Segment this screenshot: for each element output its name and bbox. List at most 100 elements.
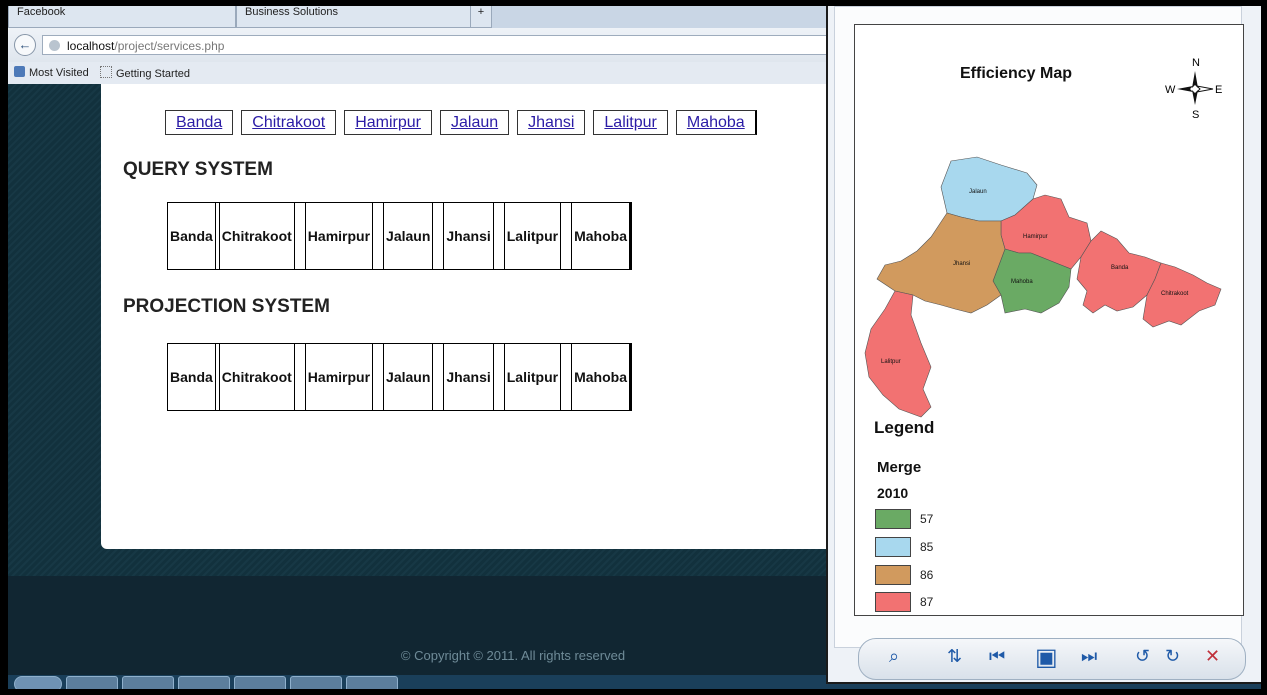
district-link-chitrakoot[interactable]: Chitrakoot <box>241 110 337 135</box>
legend-swatch <box>875 509 911 529</box>
cell-divider <box>494 203 505 269</box>
compass-n: N <box>1192 57 1200 69</box>
url-field[interactable]: localhost/project/services.php <box>42 35 842 55</box>
bookmark-most-visited[interactable]: Most Visited <box>14 66 89 80</box>
projection-system-title: PROJECTION SYSTEM <box>123 296 330 317</box>
projection-item-chitrakoot[interactable]: Chitrakoot <box>220 344 295 410</box>
district-link-mahoba[interactable]: Mahoba <box>675 110 757 135</box>
query-item-lalitpur[interactable]: Lalitpur <box>505 203 562 269</box>
zoom-icon[interactable]: ⌕ <box>889 646 899 667</box>
url-path: /project/services.php <box>114 39 225 53</box>
tab-business-solutions[interactable]: Business Solutions <box>236 6 474 28</box>
projection-item-lalitpur[interactable]: Lalitpur <box>505 344 562 410</box>
legend-label: 87 <box>920 595 934 609</box>
compass-rose-icon: N S W E <box>1165 57 1222 121</box>
legend-swatch <box>875 537 911 557</box>
legend-label: 57 <box>920 512 934 526</box>
page-icon <box>100 66 112 78</box>
cell-divider <box>629 344 631 410</box>
start-button[interactable] <box>14 676 62 689</box>
cell-divider <box>494 344 505 410</box>
cell-divider <box>433 344 445 410</box>
map-sheet: Efficiency Map N S W E Jalaun Hamirpur J… <box>854 24 1244 616</box>
cell-divider <box>295 344 306 410</box>
legend-title: Legend <box>874 418 935 437</box>
bookmark-label: Getting Started <box>116 68 190 80</box>
label-chitrakoot: Chitrakoot <box>1161 291 1189 297</box>
compass-w: W <box>1165 84 1176 96</box>
district-link-bar: Banda Chitrakoot Hamirpur Jalaun Jhansi … <box>165 110 757 135</box>
taskbar-app[interactable] <box>122 676 174 689</box>
query-item-mahoba[interactable]: Mahoba <box>572 203 630 269</box>
new-tab-label: + <box>477 6 485 18</box>
query-item-banda[interactable]: Banda <box>168 203 216 269</box>
rotate-left-icon[interactable]: ↺ <box>1135 646 1150 667</box>
globe-icon <box>49 40 60 51</box>
label-jalaun: Jalaun <box>969 189 987 195</box>
taskbar-app[interactable] <box>346 676 398 689</box>
legend-swatch <box>875 565 911 585</box>
taskbar-app[interactable] <box>66 676 118 689</box>
query-system-title: QUERY SYSTEM <box>123 159 273 180</box>
tab-label: Facebook <box>17 6 66 18</box>
back-button[interactable]: ← <box>14 34 36 56</box>
pan-icon[interactable]: ⇅ <box>947 646 962 667</box>
district-link-jalaun[interactable]: Jalaun <box>439 110 510 135</box>
cell-divider <box>629 203 631 269</box>
query-system-table: Banda Chitrakoot Hamirpur Jalaun Jhansi … <box>167 202 632 270</box>
efficiency-map: Jalaun Hamirpur Jhansi Mahoba Banda Chit… <box>864 156 1222 418</box>
cell-divider <box>373 203 385 269</box>
label-banda: Banda <box>1111 265 1129 271</box>
taskbar-app[interactable] <box>290 676 342 689</box>
rotate-right-icon[interactable]: ↻ <box>1165 646 1180 667</box>
cell-divider <box>373 344 385 410</box>
bookmark-label: Most Visited <box>29 67 89 79</box>
slideshow-icon[interactable]: ▣ <box>1035 643 1058 672</box>
label-mahoba: Mahoba <box>1011 279 1033 285</box>
tab-label: Business Solutions <box>245 6 338 18</box>
taskbar-app[interactable] <box>234 676 286 689</box>
cell-divider <box>295 203 306 269</box>
label-lalitpur: Lalitpur <box>881 359 901 365</box>
projection-system-table: Banda Chitrakoot Hamirpur Jalaun Jhansi … <box>167 343 632 411</box>
map-title: Efficiency Map <box>959 65 1073 82</box>
legend-field: 2010 <box>877 485 909 501</box>
legend-swatch <box>875 592 911 612</box>
district-link-lalitpur[interactable]: Lalitpur <box>593 110 668 135</box>
query-item-hamirpur[interactable]: Hamirpur <box>306 203 374 269</box>
query-item-jalaun[interactable]: Jalaun <box>384 203 434 269</box>
url-host: localhost <box>67 39 115 53</box>
tab-facebook[interactable]: Facebook <box>8 6 236 28</box>
label-hamirpur: Hamirpur <box>1023 234 1048 240</box>
projection-item-hamirpur[interactable]: Hamirpur <box>306 344 374 410</box>
bookmark-getting-started[interactable]: Getting Started <box>100 66 190 80</box>
district-link-jhansi[interactable]: Jhansi <box>517 110 586 135</box>
query-item-jhansi[interactable]: Jhansi <box>444 203 494 269</box>
back-arrow-icon: ← <box>18 37 32 52</box>
new-tab-button[interactable]: + <box>470 6 492 28</box>
district-link-banda[interactable]: Banda <box>165 110 234 135</box>
projection-item-mahoba[interactable]: Mahoba <box>572 344 630 410</box>
previous-icon[interactable]: ⏮ <box>989 646 1005 667</box>
projection-item-jhansi[interactable]: Jhansi <box>444 344 494 410</box>
delete-icon[interactable]: ✕ <box>1205 646 1220 667</box>
taskbar-app[interactable] <box>178 676 230 689</box>
content-panel: Banda Chitrakoot Hamirpur Jalaun Jhansi … <box>101 84 841 549</box>
projection-item-jalaun[interactable]: Jalaun <box>384 344 434 410</box>
compass-s: S <box>1192 109 1199 121</box>
query-item-chitrakoot[interactable]: Chitrakoot <box>220 203 295 269</box>
legend-label: 85 <box>920 540 934 554</box>
legend-layer: Merge <box>877 459 922 476</box>
screen: Facebook Business Solutions + ← localhos… <box>8 6 1261 689</box>
label-jhansi: Jhansi <box>953 261 970 267</box>
district-lalitpur[interactable] <box>864 290 932 418</box>
next-icon[interactable]: ⏭ <box>1081 646 1097 667</box>
cell-divider <box>433 203 445 269</box>
legend-label: 86 <box>920 568 934 582</box>
map-viewer-window: Efficiency Map N S W E Jalaun Hamirpur J… <box>826 6 1261 684</box>
most-visited-icon <box>14 66 25 77</box>
projection-item-banda[interactable]: Banda <box>168 344 216 410</box>
cell-divider <box>561 203 573 269</box>
district-link-hamirpur[interactable]: Hamirpur <box>344 110 432 135</box>
cell-divider <box>561 344 573 410</box>
